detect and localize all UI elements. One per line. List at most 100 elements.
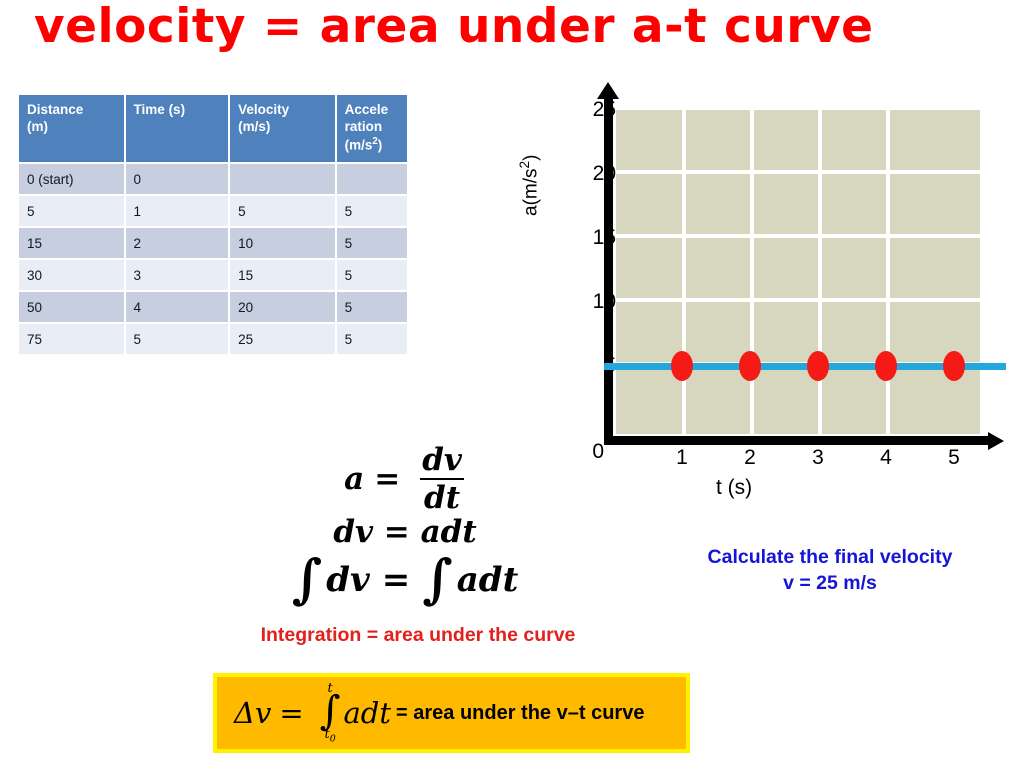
table-cell: 1 xyxy=(125,196,229,227)
integration-note: Integration = area under the curve xyxy=(260,624,576,646)
header-line: Velocity xyxy=(238,102,290,117)
fraction-numerator: dv xyxy=(422,441,462,478)
fraction-dv-dt: dv dt xyxy=(418,441,466,514)
gridline-horizontal xyxy=(616,298,980,302)
header-line: Distance xyxy=(27,102,84,117)
equation-equals-sign: = xyxy=(374,460,401,497)
table-cell: 15 xyxy=(19,228,124,259)
x-axis xyxy=(604,436,990,445)
table-cell: 5 xyxy=(336,196,407,227)
header-line: Accele xyxy=(344,102,389,117)
y-axis-title-superscript: 2 xyxy=(517,160,532,169)
equation-equals-sign: = xyxy=(279,696,304,730)
motion-data-table: Distance (m) Time (s) Velocity (m/s) Acc… xyxy=(17,93,409,356)
integral-symbol-icon: ∫ xyxy=(291,549,323,611)
column-header-time: Time (s) xyxy=(125,95,229,163)
header-line: ration xyxy=(344,118,383,134)
gridline-vertical xyxy=(886,110,890,434)
y-tick-label: 25 xyxy=(592,98,616,121)
table-header-row: Distance (m) Time (s) Velocity (m/s) Acc… xyxy=(19,95,407,163)
table-cell: 5 xyxy=(230,196,335,227)
table-cell: 10 xyxy=(230,228,335,259)
table-cell: 2 xyxy=(125,228,229,259)
integral-symbol-icon: ∫ xyxy=(422,549,453,611)
acceleration-time-chart: 25 20 15 10 5 0 1 2 3 4 5 a(m/s2) t (s) xyxy=(517,82,1024,508)
table-cell: 0 (start) xyxy=(19,164,124,195)
table-cell: 15 xyxy=(230,260,335,291)
table-cell: 3 xyxy=(125,260,229,291)
equation-equals-sign: = xyxy=(381,560,411,600)
table-cell: 5 xyxy=(19,196,124,227)
table-cell: 5 xyxy=(336,324,407,355)
integral-lower-limit: t0 xyxy=(324,728,335,744)
y-axis-arrow-icon xyxy=(597,82,619,99)
chart-caption: Calculate the final velocity v = 25 m/s xyxy=(640,544,1020,597)
table-cell: 20 xyxy=(230,292,335,323)
derivation-equations: a = dv dt dv = adt ∫ dv = ∫ adt xyxy=(240,444,570,611)
equation-term: adt xyxy=(456,560,519,600)
data-point-marker xyxy=(875,351,897,381)
table-row: 75 5 25 5 xyxy=(19,324,407,355)
y-axis-title-text: a(m/s xyxy=(520,168,542,217)
y-tick-label: 10 xyxy=(592,290,616,313)
gridline-horizontal xyxy=(616,234,980,238)
integrand-term: adt xyxy=(343,696,391,730)
equation-integral-form: ∫ dv = ∫ adt xyxy=(240,549,570,611)
table-cell: 5 xyxy=(336,228,407,259)
chart-caption-line-2: v = 25 m/s xyxy=(783,572,877,595)
table-cell xyxy=(230,164,335,195)
header-line: Time (s) xyxy=(133,102,186,117)
table-row: 30 3 15 5 xyxy=(19,260,407,291)
fraction-denominator: dt xyxy=(420,477,465,514)
y-tick-label: 20 xyxy=(592,162,616,185)
x-axis-title: t (s) xyxy=(716,476,753,499)
gridline-vertical xyxy=(818,110,822,434)
header-line: (m) xyxy=(27,118,48,134)
table-cell: 50 xyxy=(19,292,124,323)
integral-lower-sub: 0 xyxy=(329,733,336,745)
table-cell: 0 xyxy=(125,164,229,195)
data-point-marker xyxy=(807,351,829,381)
data-point-marker xyxy=(739,351,761,381)
chart-caption-line-1: Calculate the final velocity xyxy=(707,546,953,568)
table-cell: 75 xyxy=(19,324,124,355)
data-point-marker xyxy=(671,351,693,381)
x-tick-label: 4 xyxy=(880,446,892,469)
data-point-marker xyxy=(943,351,965,381)
chart-plot-area xyxy=(616,110,980,434)
gridline-horizontal xyxy=(616,170,980,174)
x-tick-label: 5 xyxy=(948,446,960,469)
x-tick-label: 3 xyxy=(812,446,824,469)
table-cell: 25 xyxy=(230,324,335,355)
definite-integral-symbol-icon: t ∫ t0 xyxy=(320,682,341,744)
header-line: (m/s xyxy=(344,137,373,153)
table-cell: 5 xyxy=(125,324,229,355)
y-axis-title: a(m/s2) xyxy=(517,155,542,216)
highlight-box: Δv = t ∫ t0 adt = area under the v–t cur… xyxy=(213,673,690,753)
table-row: 50 4 20 5 xyxy=(19,292,407,323)
y-axis-title-text: ) xyxy=(520,154,542,161)
integral-glyph: ∫ xyxy=(319,688,341,735)
gridline-vertical xyxy=(682,110,686,434)
table-row: 5155 xyxy=(19,196,407,227)
page-title: velocity = area under a-t curve xyxy=(34,0,874,54)
table-row: 15 2 10 5 xyxy=(19,228,407,259)
column-header-acceleration: Accele ration (m/s2) xyxy=(336,95,407,163)
x-tick-label: 1 xyxy=(676,446,688,469)
equation-term: dv xyxy=(326,560,370,600)
x-axis-arrow-icon xyxy=(988,432,1004,450)
table-cell xyxy=(336,164,407,195)
equation-term: a xyxy=(344,460,365,497)
header-line: ) xyxy=(377,137,383,153)
equation-dv-equals-adt: dv = adt xyxy=(333,513,477,550)
highlight-caption: = area under the v–t curve xyxy=(396,701,645,724)
y-tick-label: 15 xyxy=(592,226,616,249)
delta-v-term: Δv xyxy=(234,696,272,730)
equation-acceleration-definition: a = dv dt xyxy=(240,444,570,513)
table-row: 0 (start) 0 xyxy=(19,164,407,195)
column-header-distance: Distance (m) xyxy=(19,95,124,163)
table-cell: 5 xyxy=(336,260,407,291)
column-header-velocity: Velocity (m/s) xyxy=(230,95,335,163)
table-cell: 4 xyxy=(125,292,229,323)
table-cell: 30 xyxy=(19,260,124,291)
